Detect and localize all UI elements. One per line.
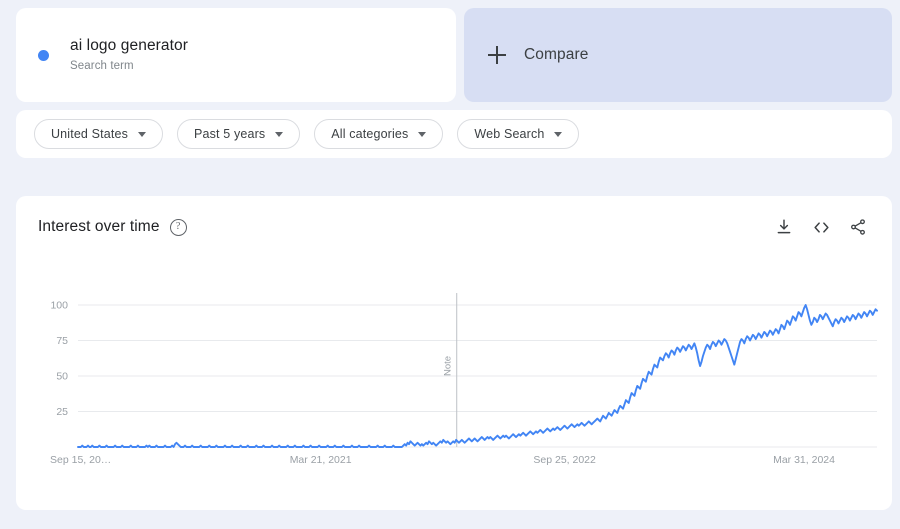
chart-header: Interest over time ?: [16, 196, 892, 258]
filter-chip-searchtype[interactable]: Web Search: [457, 119, 580, 149]
filter-chip-location-label: United States: [51, 127, 128, 141]
chevron-down-icon: [554, 131, 563, 137]
page-title: Interest over time: [38, 218, 160, 235]
help-icon[interactable]: ?: [169, 218, 187, 236]
filter-chip-searchtype-label: Web Search: [474, 127, 545, 141]
download-icon[interactable]: [774, 217, 794, 237]
compare-card[interactable]: Compare: [464, 8, 892, 102]
filter-chip-timerange-label: Past 5 years: [194, 127, 266, 141]
compare-label: Compare: [524, 46, 589, 63]
filter-chip-category[interactable]: All categories: [314, 119, 444, 149]
search-term-text: ai logo generator Search term: [70, 36, 188, 74]
series-color-dot: [38, 49, 49, 61]
x-axis-tick-label: Sep 25, 2022: [533, 454, 596, 466]
share-icon[interactable]: [848, 217, 868, 237]
filter-bar: United States Past 5 years All categorie…: [16, 110, 892, 158]
search-term-type: Search term: [70, 60, 134, 72]
filter-chip-category-label: All categories: [331, 127, 409, 141]
x-axis-tick-label: Mar 21, 2021: [290, 454, 352, 466]
filter-chip-location[interactable]: United States: [34, 119, 163, 149]
x-axis-tick-label: Sep 15, 20…: [50, 454, 111, 466]
chevron-down-icon: [138, 131, 146, 137]
y-axis-tick-label: 75: [56, 335, 68, 347]
filter-chip-timerange[interactable]: Past 5 years: [177, 119, 301, 149]
chart-title-wrap: Interest over time ?: [38, 218, 187, 236]
y-axis-tick-label: 100: [50, 300, 68, 312]
help-icon-glyph: ?: [175, 221, 181, 232]
plus-icon: [488, 46, 506, 64]
embed-icon[interactable]: [811, 217, 831, 237]
chevron-down-icon: [418, 131, 427, 137]
terms-row: ai logo generator Search term Compare: [16, 8, 892, 102]
interest-over-time-chart: 25 50 75 100 Note Sep 15, 20… Mar 21, 2021 Sep …: [16, 258, 892, 510]
trends-page: ai logo generator Search term Compare Un…: [0, 0, 900, 529]
y-axis-tick-label: 50: [56, 371, 68, 383]
search-term-label: ai logo generator: [70, 37, 189, 54]
y-axis-tick-label: 25: [56, 406, 68, 418]
x-axis-tick-label: Mar 31, 2024: [773, 454, 835, 466]
chart-svg: 25 50 75 100 Note Sep 15, 20… Mar 21, 2021 Sep …: [50, 293, 878, 466]
interest-over-time-card: Interest over time ? 25 50 75 100 Note S…: [16, 196, 892, 510]
search-term-card[interactable]: ai logo generator Search term: [16, 8, 456, 102]
chart-actions: [774, 217, 868, 237]
note-annotation-label[interactable]: Note: [443, 356, 454, 376]
chevron-down-icon: [275, 131, 284, 137]
